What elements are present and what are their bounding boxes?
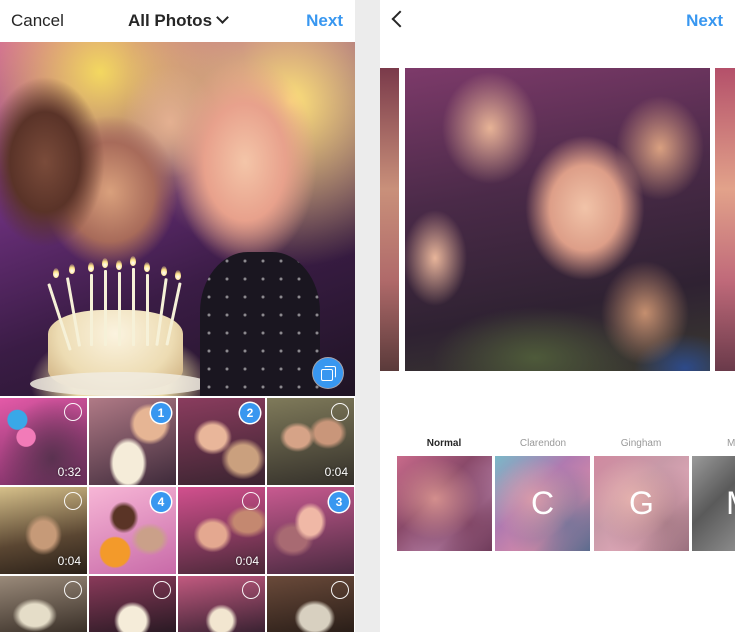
selected-photo-preview[interactable] bbox=[0, 42, 355, 396]
selection-circle bbox=[64, 492, 82, 510]
selected-media-carousel[interactable] bbox=[380, 68, 735, 371]
album-title-text: All Photos bbox=[127, 11, 213, 30]
current-slide-photo[interactable] bbox=[405, 68, 710, 371]
chevron-left-icon[interactable] bbox=[391, 10, 409, 28]
cake-plate bbox=[30, 372, 210, 396]
selection-circle bbox=[331, 581, 349, 599]
photo-grid: 0:32 1 2 0:04 0:04 4 0:04 3 bbox=[0, 398, 355, 632]
picker-header: Cancel All Photos Next bbox=[0, 0, 355, 42]
star-dress bbox=[200, 252, 320, 396]
filter-letter: C bbox=[530, 485, 555, 521]
selection-number-badge: 1 bbox=[151, 403, 171, 423]
next-button[interactable]: Next bbox=[686, 11, 723, 31]
album-title[interactable]: All Photos bbox=[127, 11, 229, 30]
filter-label-gingham: Gingham bbox=[620, 438, 662, 449]
filter-letter: M bbox=[692, 456, 735, 551]
grid-thumbnail[interactable] bbox=[267, 576, 354, 632]
filter-thumbnail-clarendon[interactable]: C bbox=[495, 456, 590, 551]
selection-number-badge: 2 bbox=[240, 403, 260, 423]
filter-thumbnail-partial[interactable]: M bbox=[692, 456, 735, 551]
filter-edit-screen: Next Normal Clarendon Gingham M C G M bbox=[380, 0, 735, 632]
selection-number-badge: 3 bbox=[329, 492, 349, 512]
grid-thumbnail[interactable]: 0:04 bbox=[267, 398, 354, 485]
next-button[interactable]: Next bbox=[306, 11, 343, 31]
video-duration: 0:04 bbox=[235, 554, 259, 568]
multi-select-layers-icon[interactable] bbox=[313, 358, 343, 388]
filter-label-partial: M bbox=[727, 438, 735, 449]
filter-preview-blur bbox=[397, 456, 492, 551]
video-duration: 0:04 bbox=[324, 465, 348, 479]
grid-thumbnail[interactable]: 1 bbox=[89, 398, 176, 485]
selection-circle bbox=[242, 581, 260, 599]
selection-number-badge: 4 bbox=[151, 492, 171, 512]
filter-thumbnail-normal[interactable] bbox=[397, 456, 492, 551]
filter-thumbnail-gingham[interactable]: G bbox=[594, 456, 689, 551]
selection-circle bbox=[242, 492, 260, 510]
grid-thumbnail[interactable]: 0:04 bbox=[178, 487, 265, 574]
video-duration: 0:32 bbox=[57, 465, 81, 479]
grid-thumbnail[interactable]: 2 bbox=[178, 398, 265, 485]
grid-thumbnail[interactable]: 3 bbox=[267, 487, 354, 574]
filter-label-normal: Normal bbox=[426, 438, 462, 449]
chevron-down-icon bbox=[216, 11, 229, 24]
video-duration: 0:04 bbox=[57, 554, 81, 568]
screen-divider bbox=[355, 0, 380, 632]
cancel-button[interactable]: Cancel bbox=[11, 11, 64, 31]
grid-thumbnail[interactable] bbox=[178, 576, 265, 632]
selection-circle bbox=[64, 581, 82, 599]
previous-slide-peek[interactable] bbox=[380, 68, 399, 371]
next-slide-peek[interactable] bbox=[715, 68, 735, 371]
edit-header: Next bbox=[380, 0, 735, 42]
photo-picker-screen: Cancel All Photos Next 0:32 1 2 0:04 0:0… bbox=[0, 0, 355, 632]
filter-letter: G bbox=[629, 485, 654, 521]
selection-circle bbox=[331, 403, 349, 421]
grid-thumbnail[interactable]: 4 bbox=[89, 487, 176, 574]
grid-thumbnail[interactable]: 0:32 bbox=[0, 398, 87, 485]
grid-thumbnail[interactable] bbox=[0, 576, 87, 632]
selection-circle bbox=[64, 403, 82, 421]
grid-thumbnail[interactable]: 0:04 bbox=[0, 487, 87, 574]
grid-thumbnail[interactable] bbox=[89, 576, 176, 632]
filter-label-clarendon: Clarendon bbox=[519, 438, 567, 449]
selection-circle bbox=[153, 581, 171, 599]
